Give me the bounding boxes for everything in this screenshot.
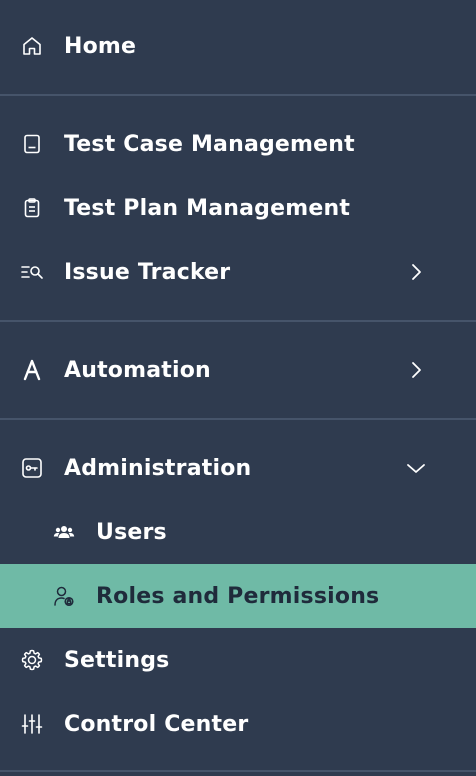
sidebar-item-test-case-management[interactable]: Test Case Management [0,112,476,176]
sidebar-item-label: Administration [64,455,252,481]
sidebar-item-label: Home [64,33,137,59]
issue-search-icon [20,260,44,284]
chevron-down-icon[interactable] [404,456,428,480]
test-case-icon [20,132,44,156]
divider [0,770,476,772]
divider [0,418,476,420]
sidebar-item-label: Roles and Permissions [96,583,380,609]
divider [0,94,476,96]
sidebar-item-label: Control Center [64,711,249,737]
sliders-icon [20,712,44,736]
sidebar-item-issue-tracker[interactable]: Issue Tracker [0,240,476,304]
sidebar-nav: Home Test Case Management Test Plan Mana… [0,0,476,776]
sidebar-item-administration[interactable]: Administration [0,436,476,500]
gear-icon [20,648,44,672]
clipboard-icon [20,196,44,220]
chevron-right-icon[interactable] [404,358,428,382]
sidebar-item-roles-and-permissions[interactable]: Roles and Permissions [0,564,476,628]
divider [0,320,476,322]
home-icon [20,34,44,58]
sidebar-item-label: Users [96,519,167,545]
sidebar-item-control-center[interactable]: Control Center [0,692,476,756]
sidebar-item-automation[interactable]: Automation [0,338,476,402]
sidebar-item-users[interactable]: Users [0,500,476,564]
sidebar-item-label: Issue Tracker [64,259,231,285]
automation-icon [20,358,44,382]
chevron-right-icon[interactable] [404,260,428,284]
sidebar-item-settings[interactable]: Settings [0,628,476,692]
sidebar-item-test-plan-management[interactable]: Test Plan Management [0,176,476,240]
sidebar-item-label: Automation [64,357,211,383]
sidebar-item-home[interactable]: Home [0,14,476,78]
sidebar-item-label: Test Case Management [64,131,355,157]
sidebar-item-label: Settings [64,647,170,673]
admin-key-icon [20,456,44,480]
sidebar-item-label: Test Plan Management [64,195,351,221]
users-icon [52,520,76,544]
roles-permissions-icon [52,584,76,608]
